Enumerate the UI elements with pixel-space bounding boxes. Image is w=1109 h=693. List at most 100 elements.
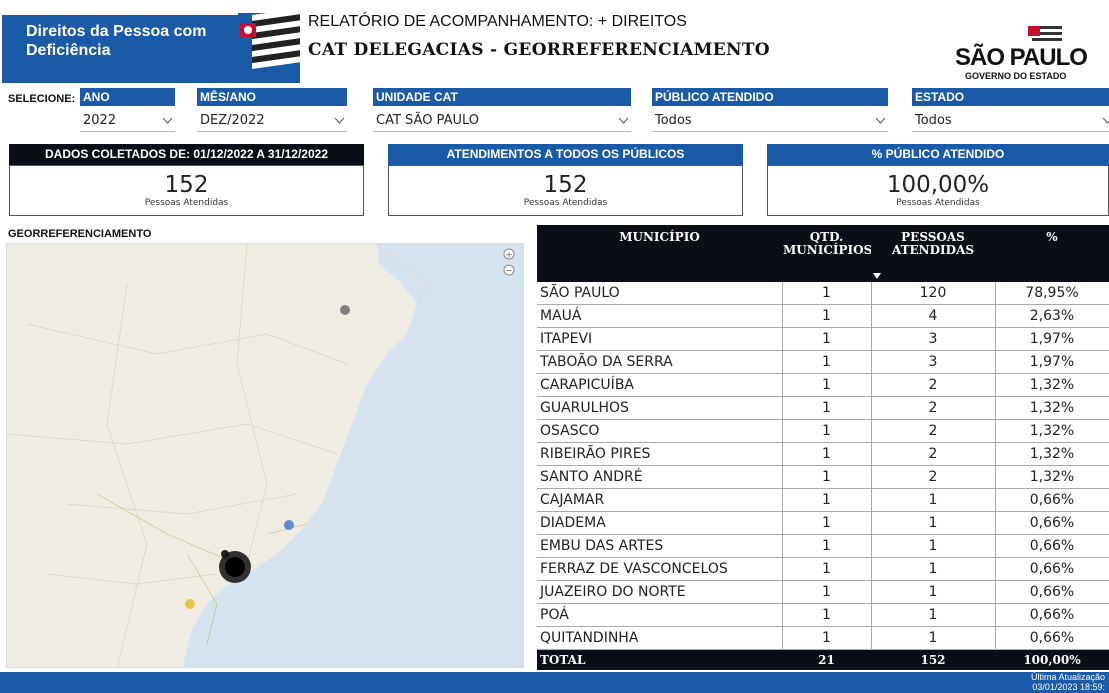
filter-publico-value: Todos <box>655 113 692 128</box>
cell-qtd: 1 <box>782 488 872 512</box>
cell-municipio: ITAPEVI <box>537 327 783 351</box>
cell-qtd: 1 <box>782 419 872 443</box>
cell-pessoas: 2 <box>871 373 996 397</box>
col-qtd-label-2: MUNICÍPIOS <box>783 243 873 257</box>
cell-qtd: 1 <box>782 534 872 558</box>
cell-pct: 1,97% <box>995 327 1109 351</box>
cell-municipio: QUITANDINHA <box>537 626 783 650</box>
cell-municipio: EMBU DAS ARTES <box>537 534 783 558</box>
cell-qtd: 1 <box>782 580 872 604</box>
chevron-down-icon <box>875 117 886 124</box>
filter-estado-value: Todos <box>915 113 952 128</box>
table-row[interactable]: DIADEMA 1 1 0,66% <box>537 511 1109 535</box>
table-row[interactable]: FERRAZ DE VASCONCELOS 1 1 0,66% <box>537 557 1109 581</box>
cell-pessoas: 3 <box>871 350 996 374</box>
cell-pessoas: 120 <box>871 282 996 305</box>
map-marker[interactable] <box>340 305 350 315</box>
cell-pessoas: 2 <box>871 419 996 443</box>
cell-pessoas: 1 <box>871 534 996 558</box>
filter-mes-ano-select[interactable]: DEZ/2022 <box>197 110 347 132</box>
sort-desc-icon <box>873 273 881 279</box>
cell-qtd: 1 <box>782 304 872 328</box>
total-qtd: 21 <box>782 649 871 670</box>
chevron-down-icon <box>1102 117 1109 124</box>
cell-qtd: 1 <box>782 557 872 581</box>
table-row[interactable]: TABOÃO DA SERRA 1 3 1,97% <box>537 350 1109 374</box>
cell-pessoas: 4 <box>871 304 996 328</box>
cell-pessoas: 1 <box>871 603 996 627</box>
table-row[interactable]: JUAZEIRO DO NORTE 1 1 0,66% <box>537 580 1109 604</box>
kpi-percent-header: % PÚBLICO ATENDIDO <box>767 144 1109 165</box>
chevron-down-icon <box>618 117 629 124</box>
cell-pct: 2,63% <box>995 304 1109 328</box>
map-canvas: + − <box>7 244 523 667</box>
filter-ano-value: 2022 <box>83 113 117 128</box>
col-header-qtd[interactable]: QTD. MUNICÍPIOS <box>782 225 873 282</box>
table-row[interactable]: QUITANDINHA 1 1 0,66% <box>537 626 1109 650</box>
last-update-value: 03/01/2023 18:59: <box>1032 682 1105 692</box>
cell-pct: 0,66% <box>995 603 1109 627</box>
cell-municipio: TABOÃO DA SERRA <box>537 350 783 374</box>
cell-qtd: 1 <box>782 396 872 420</box>
cell-pessoas: 3 <box>871 327 996 351</box>
cell-pct: 0,66% <box>995 580 1109 604</box>
table-row[interactable]: EMBU DAS ARTES 1 1 0,66% <box>537 534 1109 558</box>
kpi-todos-header: ATENDIMENTOS A TODOS OS PÚBLICOS <box>388 144 743 165</box>
kpi-todos-value: 152 <box>543 172 588 198</box>
cell-qtd: 1 <box>782 282 872 305</box>
table-row[interactable]: POÁ 1 1 0,66% <box>537 603 1109 627</box>
cell-pct: 1,32% <box>995 373 1109 397</box>
table-row[interactable]: MAUÁ 1 4 2,63% <box>537 304 1109 328</box>
report-subtitle: RELATÓRIO DE ACOMPANHAMENTO: + DIREITOS <box>308 13 687 30</box>
georeference-map[interactable]: + − <box>6 243 524 668</box>
zoom-out-label: − <box>505 267 513 277</box>
col-header-municipio[interactable]: MUNICÍPIO <box>537 225 782 282</box>
table-row[interactable]: ITAPEVI 1 3 1,97% <box>537 327 1109 351</box>
cell-pct: 1,32% <box>995 465 1109 489</box>
filter-publico-label: PÚBLICO ATENDIDO <box>652 88 888 106</box>
table-row[interactable]: GUARULHOS 1 2 1,32% <box>537 396 1109 420</box>
filter-ano-select[interactable]: 2022 <box>80 110 175 132</box>
cell-municipio: JUAZEIRO DO NORTE <box>537 580 783 604</box>
cell-pct: 1,32% <box>995 419 1109 443</box>
col-header-pct[interactable]: % <box>995 225 1109 282</box>
cell-pessoas: 1 <box>871 557 996 581</box>
cell-municipio: CAJAMAR <box>537 488 783 512</box>
table-row[interactable]: CAJAMAR 1 1 0,66% <box>537 488 1109 512</box>
kpi-periodo-card: 152 Pessoas Atendidas <box>9 165 364 216</box>
cell-municipio: POÁ <box>537 603 783 627</box>
cell-pessoas: 1 <box>871 488 996 512</box>
cell-pessoas: 1 <box>871 580 996 604</box>
kpi-periodo-value: 152 <box>164 172 209 198</box>
kpi-percent-value: 100,00% <box>886 172 990 198</box>
table-row[interactable]: RIBEIRÃO PIRES 1 2 1,32% <box>537 442 1109 466</box>
filter-unidade-cat-select[interactable]: CAT SÃO PAULO <box>373 110 631 132</box>
cell-pessoas: 2 <box>871 465 996 489</box>
kpi-percent-card: 100,00% Pessoas Atendidas <box>767 165 1109 216</box>
map-marker-core <box>225 557 245 577</box>
filter-estado-select[interactable]: Todos <box>912 110 1109 132</box>
table-row[interactable]: OSASCO 1 2 1,32% <box>537 419 1109 443</box>
sp-logo-subtitle: GOVERNO DO ESTADO <box>965 71 1067 81</box>
col-qtd-label-1: QTD. <box>809 230 844 244</box>
table-row[interactable]: SÃO PAULO 1 120 78,95% <box>537 282 1109 305</box>
map-title: GEORREFERENCIAMENTO <box>8 228 152 240</box>
cell-qtd: 1 <box>782 603 872 627</box>
last-update-label: Última Atualização <box>1030 672 1105 682</box>
table-total-row: TOTAL 21 152 100,00% <box>537 649 1109 670</box>
kpi-periodo-sub: Pessoas Atendidas <box>144 198 229 208</box>
table-row[interactable]: CARAPICUÍBA 1 2 1,32% <box>537 373 1109 397</box>
filter-ano-label: ANO <box>80 88 175 106</box>
table-row[interactable]: SANTO ANDRÉ 1 2 1,32% <box>537 465 1109 489</box>
footer-bar <box>0 672 1109 693</box>
map-marker[interactable] <box>185 599 195 609</box>
col-municipio-label: MUNICÍPIO <box>619 230 700 244</box>
col-header-pessoas[interactable]: PESSOAS ATENDIDAS <box>871 225 995 282</box>
filter-mes-ano-label: MÊS/ANO <box>197 88 347 106</box>
map-marker[interactable] <box>284 520 294 530</box>
total-label: TOTAL <box>537 649 782 670</box>
page-title: CAT DELEGACIAS - GEORREFERENCIAMENTO <box>308 40 770 60</box>
filter-publico-select[interactable]: Todos <box>652 110 888 132</box>
cell-qtd: 1 <box>782 350 872 374</box>
cell-pct: 1,97% <box>995 350 1109 374</box>
